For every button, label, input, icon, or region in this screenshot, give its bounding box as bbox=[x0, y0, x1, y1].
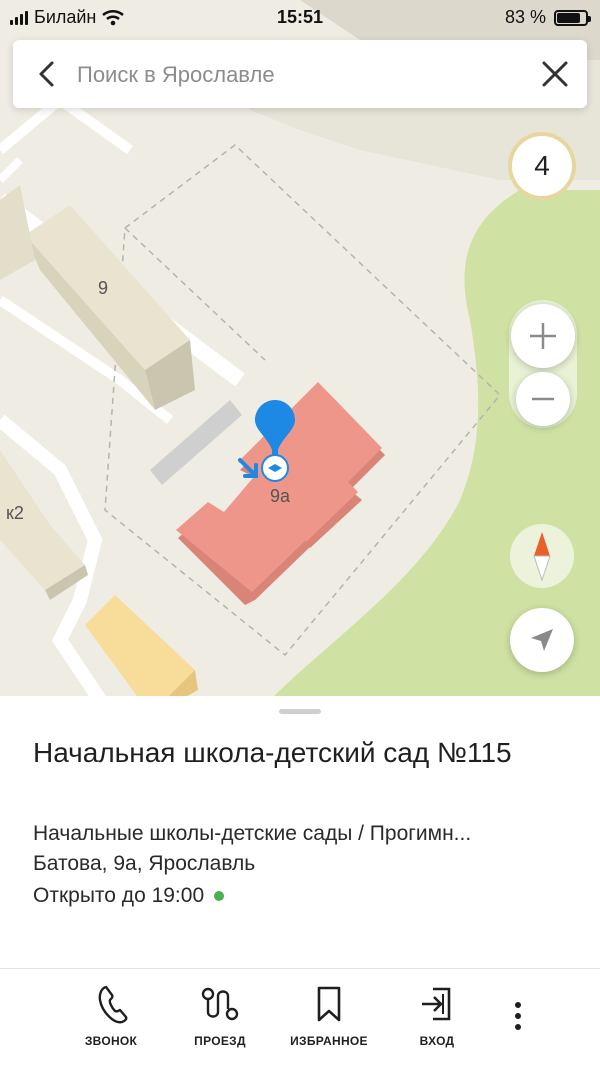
search-input[interactable]: Поиск в Ярославле bbox=[77, 62, 275, 88]
plus-icon bbox=[530, 323, 556, 349]
route-icon bbox=[201, 987, 239, 1021]
status-bar: Билайн 15:51 83 % bbox=[0, 0, 600, 34]
close-icon[interactable] bbox=[535, 54, 575, 94]
place-title: Начальная школа-детский сад №115 bbox=[33, 737, 512, 768]
back-icon[interactable] bbox=[27, 54, 67, 94]
phone-icon bbox=[98, 985, 128, 1024]
battery-level bbox=[557, 12, 581, 23]
favorite-label: ИЗБРАННОЕ bbox=[290, 1034, 368, 1048]
entrance-arrow-icon bbox=[236, 456, 264, 489]
more-dot-icon bbox=[515, 1002, 521, 1008]
layers-badge[interactable]: 4 bbox=[508, 132, 576, 200]
layers-badge-count: 4 bbox=[512, 136, 572, 196]
building-label-9a: 9а bbox=[270, 486, 291, 506]
search-bar[interactable]: Поиск в Ярославле bbox=[13, 40, 587, 108]
sheet-handle[interactable] bbox=[279, 709, 321, 714]
hours-text: Открыто до 19:00 bbox=[33, 884, 205, 907]
place-category: Начальные школы-детские сады / Прогимн..… bbox=[33, 822, 472, 845]
more-dot-icon bbox=[515, 1024, 521, 1030]
bookmark-icon bbox=[317, 986, 341, 1022]
more-dot-icon bbox=[515, 1013, 521, 1019]
login-button[interactable]: ВХОД bbox=[382, 984, 492, 1048]
place-address: Батова, 9а, Ярославль bbox=[33, 852, 256, 875]
building-label-9: 9 bbox=[98, 278, 109, 298]
zoom-out-button[interactable] bbox=[516, 372, 570, 426]
compass-icon bbox=[533, 532, 551, 582]
zoom-in-button[interactable] bbox=[511, 304, 575, 368]
battery-icon bbox=[554, 9, 591, 26]
open-status-dot bbox=[214, 891, 225, 901]
more-button[interactable] bbox=[508, 996, 528, 1036]
route-button[interactable]: ПРОЕЗД bbox=[165, 984, 275, 1048]
map-view[interactable]: 9 9а к2 Билайн 15:51 83 % Поиск в Яросла… bbox=[0, 0, 600, 700]
location-arrow-icon bbox=[531, 629, 553, 651]
login-label: ВХОД bbox=[419, 1034, 455, 1048]
call-label: ЗВОНОК bbox=[84, 1034, 138, 1048]
place-card[interactable]: Начальная школа-детский сад №115 Начальн… bbox=[0, 696, 600, 1066]
my-location-button[interactable] bbox=[510, 608, 574, 672]
battery-percent: 83 % bbox=[504, 7, 546, 27]
favorite-button[interactable]: ИЗБРАННОЕ bbox=[274, 984, 384, 1048]
divider bbox=[0, 968, 600, 969]
minus-icon bbox=[532, 397, 554, 401]
place-hours: Открыто до 19:00 bbox=[33, 884, 225, 908]
building-label-k2: к2 bbox=[6, 503, 24, 523]
call-button[interactable]: ЗВОНОК bbox=[56, 984, 166, 1048]
entrance-icon bbox=[422, 987, 451, 1021]
compass-button[interactable] bbox=[510, 524, 574, 588]
route-label: ПРОЕЗД bbox=[194, 1034, 246, 1048]
